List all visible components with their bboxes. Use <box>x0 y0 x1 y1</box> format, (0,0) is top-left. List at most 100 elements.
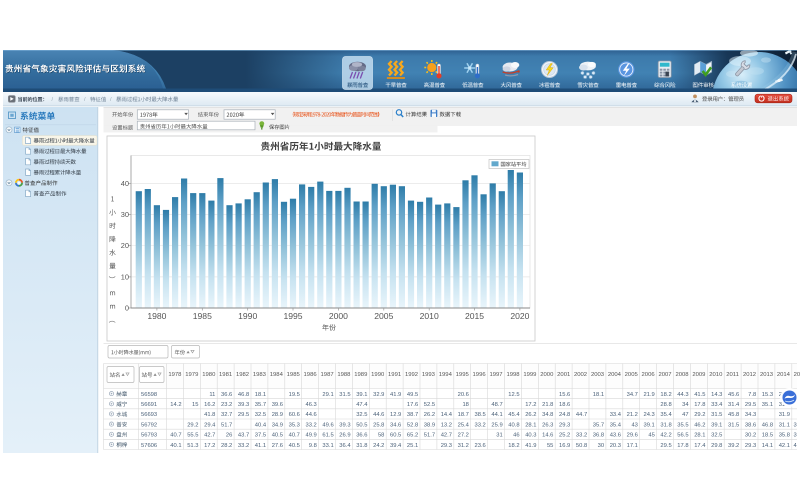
svg-text:50.8: 50.8 <box>576 443 587 449</box>
svg-text:1993: 1993 <box>422 372 436 378</box>
svg-text:31.5: 31.5 <box>711 412 722 418</box>
svg-text:34.3: 34.3 <box>745 412 756 418</box>
svg-text:41.8: 41.8 <box>204 412 215 418</box>
svg-text:2015: 2015 <box>465 311 484 321</box>
svg-text:1995: 1995 <box>283 311 302 321</box>
svg-text:2005: 2005 <box>374 311 393 321</box>
svg-text:1980: 1980 <box>202 372 216 378</box>
svg-text:34.8: 34.8 <box>542 412 553 418</box>
svg-text:40.7: 40.7 <box>170 433 181 439</box>
svg-text:37.5: 37.5 <box>255 433 266 439</box>
svg-text:30.2: 30.2 <box>745 433 756 439</box>
svg-text:17.2: 17.2 <box>525 402 536 408</box>
svg-text:14.3: 14.3 <box>711 392 722 398</box>
svg-text:44.3: 44.3 <box>677 392 688 398</box>
svg-text:14.4: 14.4 <box>441 412 453 418</box>
svg-text:18.7: 18.7 <box>458 412 469 418</box>
svg-text:26: 26 <box>226 433 232 439</box>
svg-text:31.5: 31.5 <box>728 422 739 428</box>
svg-text:52.5: 52.5 <box>424 402 435 408</box>
svg-text:51.3: 51.3 <box>187 443 198 449</box>
svg-text:57606: 57606 <box>141 443 157 449</box>
svg-text:24.2: 24.2 <box>373 443 384 449</box>
svg-text:14.2: 14.2 <box>170 402 181 408</box>
svg-text:39.2: 39.2 <box>728 443 739 449</box>
svg-text:28.9: 28.9 <box>272 412 283 418</box>
svg-text:34: 34 <box>682 402 689 408</box>
svg-text:2012: 2012 <box>743 372 756 378</box>
svg-text:18.2: 18.2 <box>660 392 671 398</box>
svg-text:1998: 1998 <box>506 372 520 378</box>
svg-text:35.7: 35.7 <box>593 422 604 428</box>
svg-text:35.1: 35.1 <box>762 402 773 408</box>
svg-text:49.5: 49.5 <box>407 392 418 398</box>
svg-text:29.5: 29.5 <box>238 412 249 418</box>
svg-text:29.1: 29.1 <box>322 392 333 398</box>
svg-text:14.1: 14.1 <box>762 443 773 449</box>
svg-text:47: 47 <box>682 412 688 418</box>
svg-text:56792: 56792 <box>141 422 157 428</box>
svg-text:38.7: 38.7 <box>407 412 418 418</box>
svg-text:46: 46 <box>513 433 519 439</box>
svg-text:36.6: 36.6 <box>356 433 367 439</box>
svg-text:1978: 1978 <box>168 372 182 378</box>
svg-text:46.8: 46.8 <box>762 422 773 428</box>
svg-text:1999: 1999 <box>523 372 536 378</box>
svg-text:17.8: 17.8 <box>677 443 688 449</box>
svg-text:51.7: 51.7 <box>424 433 435 439</box>
svg-text:41.9: 41.9 <box>525 443 536 449</box>
svg-text:34.6: 34.6 <box>390 422 401 428</box>
svg-text:43.6: 43.6 <box>610 433 621 439</box>
svg-text:10: 10 <box>121 272 129 281</box>
svg-text:41.1: 41.1 <box>255 443 266 449</box>
svg-text:40.8: 40.8 <box>508 422 519 428</box>
svg-text:42.2: 42.2 <box>660 433 671 439</box>
svg-text:1980: 1980 <box>147 311 166 321</box>
svg-text:65.2: 65.2 <box>407 433 418 439</box>
svg-text:33.4: 33.4 <box>610 412 622 418</box>
svg-text:15.6: 15.6 <box>559 392 570 398</box>
svg-text:32.9: 32.9 <box>373 392 384 398</box>
svg-text:31.4: 31.4 <box>728 402 740 408</box>
svg-text:35.5: 35.5 <box>677 422 688 428</box>
svg-text:2000: 2000 <box>540 372 554 378</box>
svg-text:58: 58 <box>378 433 384 439</box>
svg-text:2005: 2005 <box>625 372 639 378</box>
svg-text:18.5: 18.5 <box>762 433 773 439</box>
svg-text:41.9: 41.9 <box>390 392 401 398</box>
svg-text:1987: 1987 <box>321 372 334 378</box>
svg-text:15.3: 15.3 <box>762 392 773 398</box>
svg-text:31.8: 31.8 <box>356 443 367 449</box>
svg-text:40.5: 40.5 <box>272 433 283 439</box>
svg-text:60.5: 60.5 <box>390 433 401 439</box>
svg-text:17.1: 17.1 <box>627 443 638 449</box>
svg-text:2009: 2009 <box>692 372 705 378</box>
svg-text:40.4: 40.4 <box>255 422 267 428</box>
svg-text:29.2: 29.2 <box>694 412 705 418</box>
svg-text:21.8: 21.8 <box>542 402 553 408</box>
svg-text:26.3: 26.3 <box>542 422 553 428</box>
svg-text:56693: 56693 <box>141 412 157 418</box>
svg-text:39.1: 39.1 <box>644 422 655 428</box>
svg-text:33.2: 33.2 <box>306 422 317 428</box>
svg-text:1995: 1995 <box>456 372 470 378</box>
svg-text:36.6: 36.6 <box>221 392 232 398</box>
svg-text:40.7: 40.7 <box>289 433 300 439</box>
svg-text:29.4: 29.4 <box>204 422 216 428</box>
svg-text:36.8: 36.8 <box>593 433 604 439</box>
svg-text:2003: 2003 <box>591 372 605 378</box>
svg-text:56.5: 56.5 <box>677 433 688 439</box>
svg-text:1991: 1991 <box>388 372 401 378</box>
svg-text:14.6: 14.6 <box>542 433 553 439</box>
svg-text:39.4: 39.4 <box>390 443 402 449</box>
svg-text:29.5: 29.5 <box>660 443 671 449</box>
svg-text:23.6: 23.6 <box>475 443 486 449</box>
svg-text:29.2: 29.2 <box>187 422 198 428</box>
svg-text:55.5: 55.5 <box>187 433 198 439</box>
svg-text:15: 15 <box>192 402 198 408</box>
svg-text:2006: 2006 <box>642 372 656 378</box>
svg-text:1988: 1988 <box>337 372 351 378</box>
svg-text:27.6: 27.6 <box>272 443 283 449</box>
svg-text:19.5: 19.5 <box>289 392 300 398</box>
svg-text:45.4: 45.4 <box>508 412 520 418</box>
